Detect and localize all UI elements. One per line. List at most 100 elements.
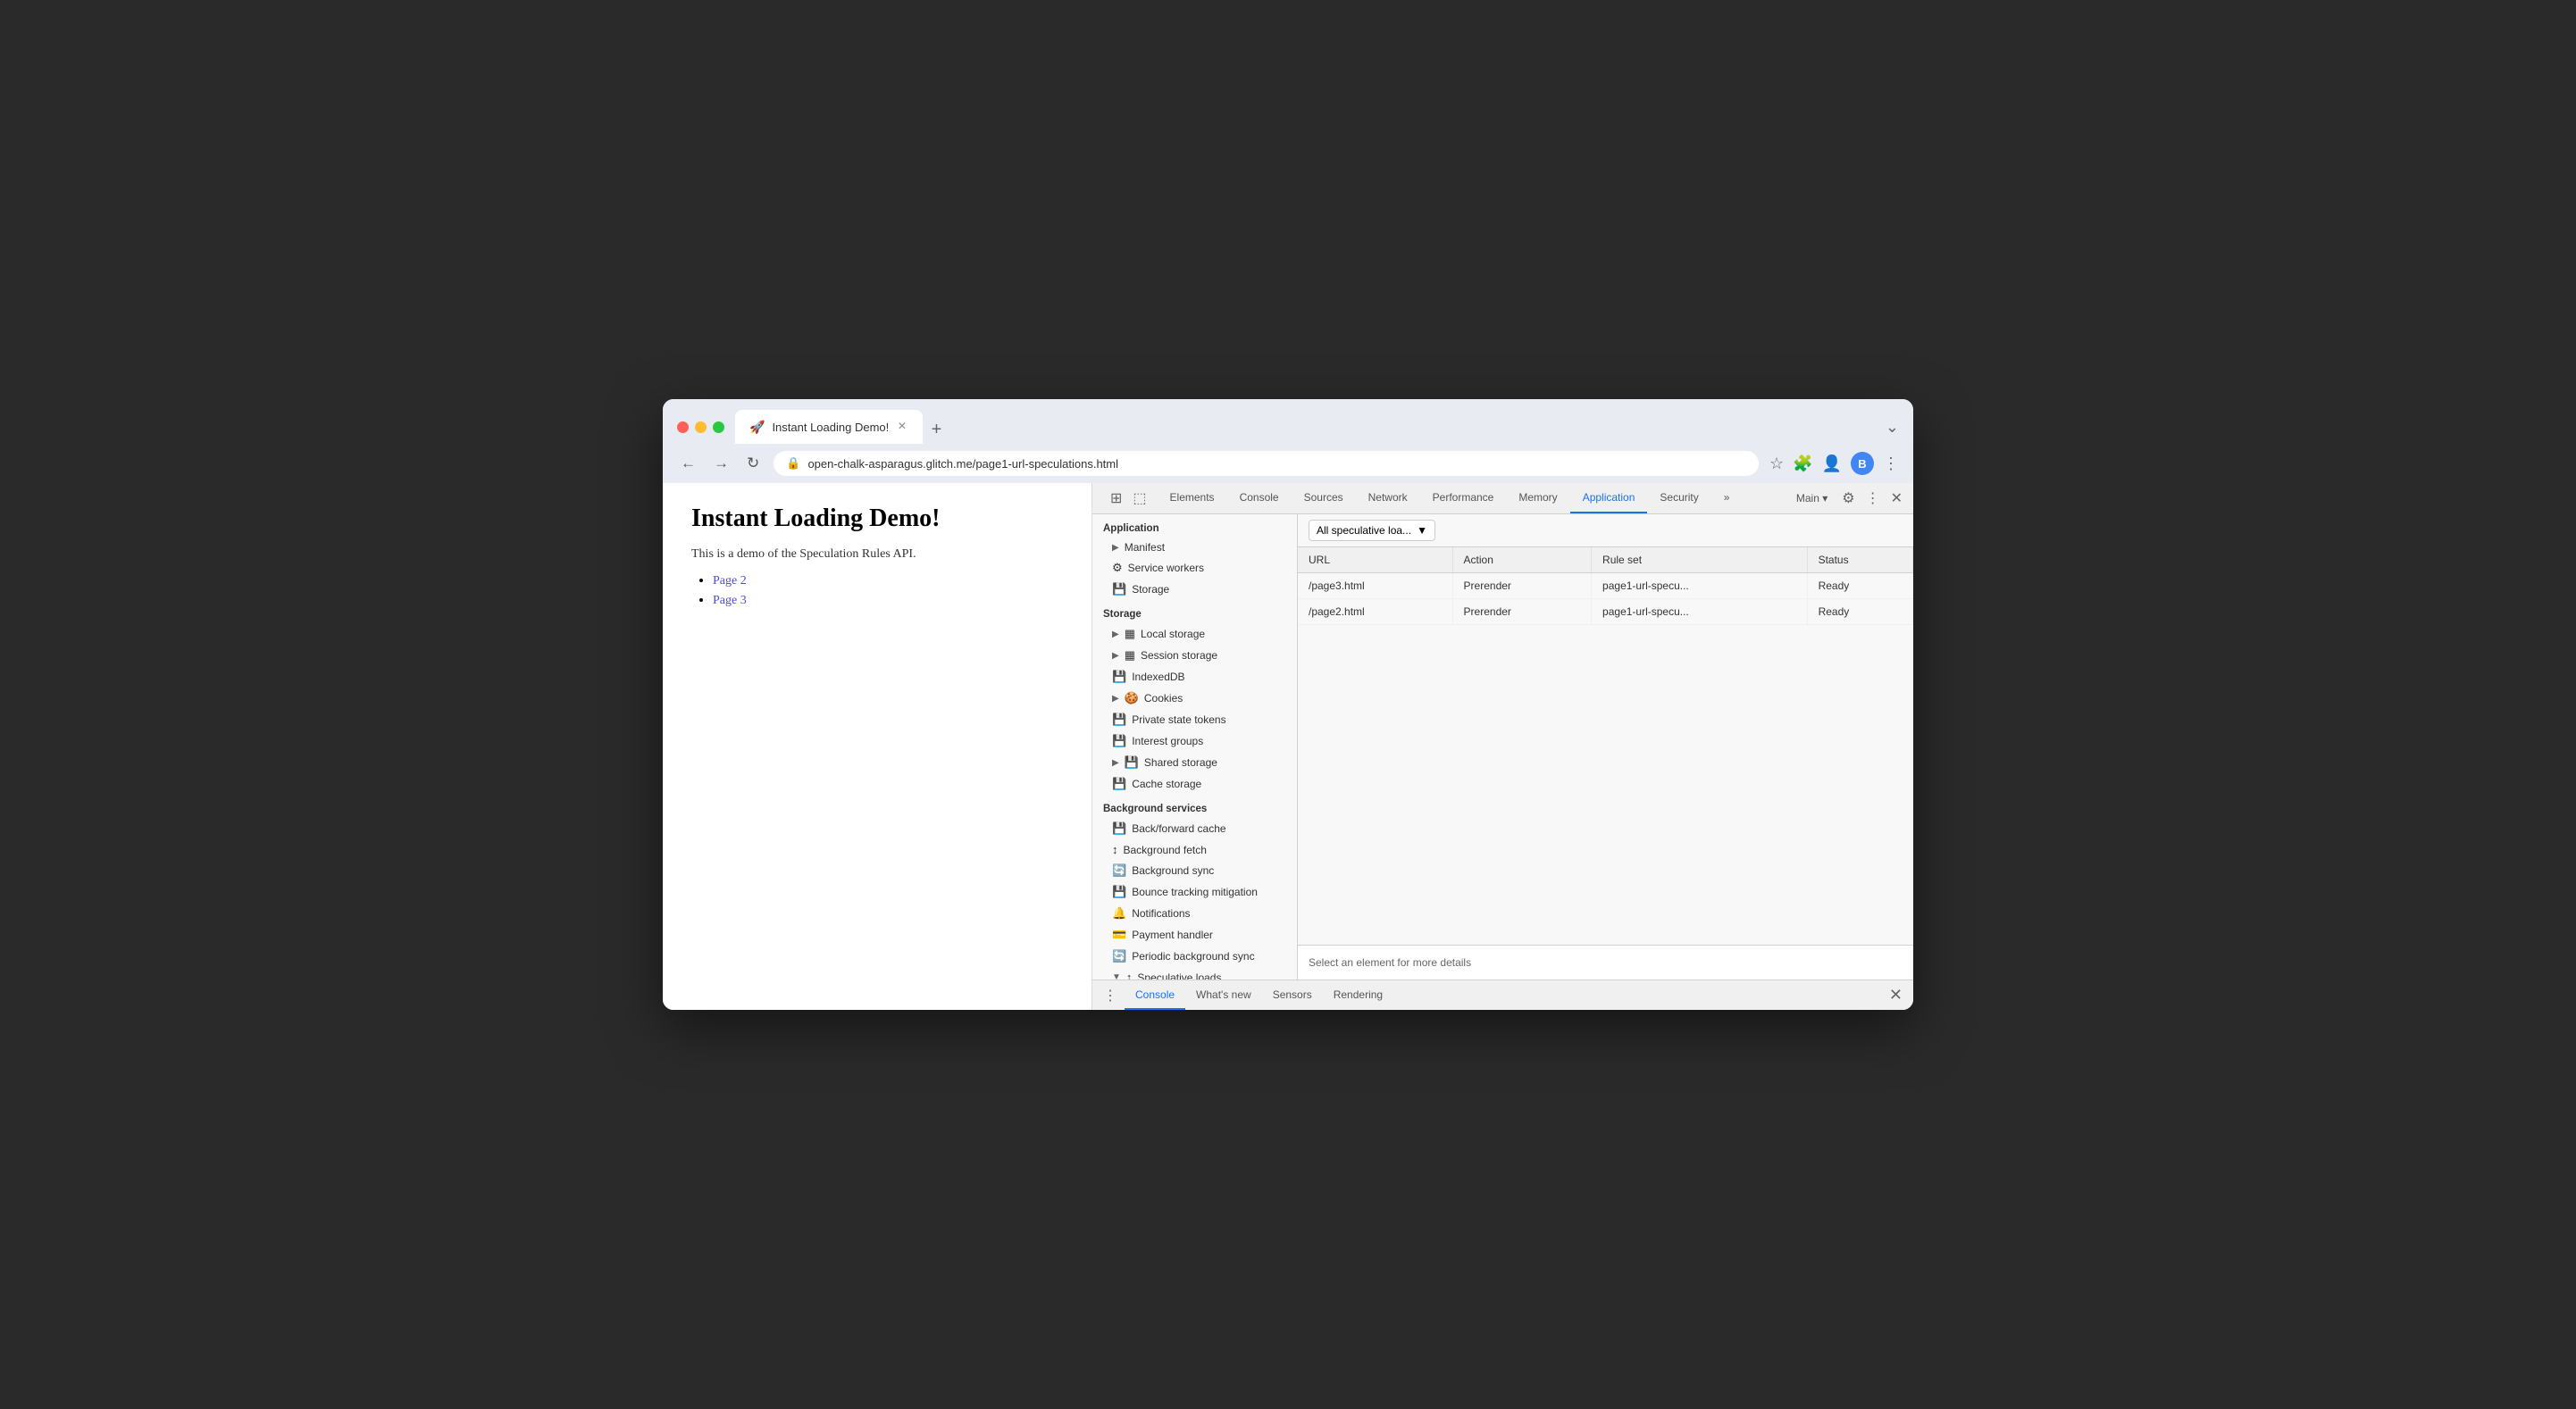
devtools-inspect-icon[interactable]: ⬚: [1129, 484, 1150, 513]
tab-network[interactable]: Network: [1356, 483, 1420, 513]
tab-favicon: 🚀: [749, 420, 765, 435]
traffic-lights: [677, 421, 724, 433]
expand-arrow-icon: ▶: [1112, 694, 1119, 704]
tab-security[interactable]: Security: [1647, 483, 1710, 513]
profile-button[interactable]: 👤: [1822, 454, 1842, 473]
back-button[interactable]: ←: [677, 451, 699, 476]
sidebar-item-cookies[interactable]: ▶ 🍪 Cookies: [1092, 688, 1297, 709]
bottom-tab-rendering[interactable]: Rendering: [1323, 981, 1393, 1010]
sidebar-item-shared-storage[interactable]: ▶ 💾 Shared storage: [1092, 752, 1297, 773]
table-cell-status: Ready: [1807, 599, 1912, 625]
reload-button[interactable]: ↻: [743, 451, 763, 476]
sidebar-item-bounce-tracking[interactable]: 💾 Bounce tracking mitigation: [1092, 881, 1297, 903]
new-tab-button[interactable]: +: [924, 416, 949, 444]
sidebar-section-application: Application: [1092, 514, 1297, 538]
sidebar-item-background-sync[interactable]: 🔄 Background sync: [1092, 860, 1297, 881]
sidebar-item-session-storage[interactable]: ▶ ▦ Session storage: [1092, 645, 1297, 666]
devtools-settings-icon[interactable]: ⚙: [1838, 484, 1858, 513]
sidebar-item-notifications[interactable]: 🔔 Notifications: [1092, 903, 1297, 924]
sidebar-item-periodic-bg-sync[interactable]: 🔄 Periodic background sync: [1092, 946, 1297, 967]
interest-groups-icon: 💾: [1112, 734, 1126, 748]
avatar-button[interactable]: B: [1851, 452, 1874, 475]
payment-handler-icon: 💳: [1112, 928, 1126, 942]
sidebar-item-local-storage[interactable]: ▶ ▦ Local storage: [1092, 623, 1297, 645]
table-header-row: URL Action Rule set Status: [1298, 547, 1913, 573]
nav-actions: ☆ 🧩 👤 B ⋮: [1769, 452, 1899, 475]
sidebar-item-label: IndexedDB: [1132, 671, 1184, 683]
bottom-close-button[interactable]: ✕: [1889, 986, 1903, 1005]
address-bar[interactable]: 🔒 open-chalk-asparagus.glitch.me/page1-u…: [774, 451, 1759, 476]
tab-more[interactable]: »: [1711, 483, 1743, 513]
devtools-close-icon[interactable]: ✕: [1887, 484, 1906, 513]
table-row[interactable]: /page2.htmlPrerenderpage1-url-specu...Re…: [1298, 599, 1913, 625]
tab-application[interactable]: Application: [1570, 483, 1648, 513]
tab-console[interactable]: Console: [1227, 483, 1292, 513]
sidebar-item-cache-storage[interactable]: 💾 Cache storage: [1092, 773, 1297, 795]
sidebar-section-storage: Storage: [1092, 600, 1297, 623]
tab-performance[interactable]: Performance: [1420, 483, 1507, 513]
maximize-traffic-light[interactable]: [713, 421, 724, 433]
sidebar-item-label: Notifications: [1132, 907, 1190, 920]
table-cell-status: Ready: [1807, 573, 1912, 599]
sidebar-item-speculative-loads[interactable]: ▼ ↕ Speculative loads: [1092, 967, 1297, 980]
sidebar-item-label: Shared storage: [1144, 756, 1217, 769]
table-cell-action: Prerender: [1452, 599, 1592, 625]
sidebar-item-label: Bounce tracking mitigation: [1132, 886, 1258, 898]
sidebar-item-label: Private state tokens: [1132, 713, 1225, 726]
devtools-sidebar: Application ▶ Manifest ⚙ Service workers…: [1092, 514, 1298, 980]
bounce-tracking-icon: 💾: [1112, 885, 1126, 899]
bookmark-button[interactable]: ☆: [1769, 454, 1784, 473]
sidebar-item-payment-handler[interactable]: 💳 Payment handler: [1092, 924, 1297, 946]
table-cell-rule_set: page1-url-specu...: [1592, 573, 1808, 599]
extensions-button[interactable]: 🧩: [1793, 454, 1812, 473]
devtools-dock-icon[interactable]: ⊞: [1107, 484, 1125, 513]
tab-memory[interactable]: Memory: [1506, 483, 1569, 513]
sidebar-item-label: Background fetch: [1124, 844, 1207, 856]
storage-icon: 💾: [1112, 582, 1126, 596]
tab-sources[interactable]: Sources: [1292, 483, 1356, 513]
sidebar-item-label: Back/forward cache: [1132, 822, 1225, 835]
speculation-data-table: URL Action Rule set Status /page3.htmlPr…: [1298, 547, 1913, 625]
sidebar-item-interest-groups[interactable]: 💾 Interest groups: [1092, 730, 1297, 752]
close-traffic-light[interactable]: [677, 421, 689, 433]
local-storage-icon: ▦: [1125, 627, 1135, 641]
bottom-menu-button[interactable]: ⋮: [1103, 987, 1117, 1005]
expand-arrow-icon: ▼: [1112, 972, 1121, 980]
bottom-tab-sensors[interactable]: Sensors: [1262, 981, 1323, 1010]
forward-button[interactable]: →: [710, 451, 732, 476]
sidebar-item-label: Manifest: [1125, 541, 1165, 554]
page-title: Instant Loading Demo!: [691, 504, 1063, 533]
minimize-traffic-light[interactable]: [695, 421, 707, 433]
bottom-tab-whats-new[interactable]: What's new: [1185, 981, 1262, 1010]
sidebar-item-back-forward-cache[interactable]: 💾 Back/forward cache: [1092, 818, 1297, 839]
sidebar-item-storage[interactable]: 💾 Storage: [1092, 579, 1297, 600]
bottom-tab-console[interactable]: Console: [1125, 981, 1185, 1010]
address-url: open-chalk-asparagus.glitch.me/page1-url…: [807, 457, 1746, 471]
tab-elements[interactable]: Elements: [1158, 483, 1227, 513]
filter-dropdown[interactable]: All speculative loa... ▼: [1309, 520, 1435, 541]
expand-arrow-icon: ▶: [1112, 651, 1119, 661]
indexeddb-icon: 💾: [1112, 670, 1126, 684]
sidebar-item-label: Payment handler: [1132, 929, 1213, 941]
window-menu-button[interactable]: ⌄: [1886, 418, 1899, 437]
sidebar-item-background-fetch[interactable]: ↕ Background fetch: [1092, 839, 1297, 860]
sidebar-item-private-state-tokens[interactable]: 💾 Private state tokens: [1092, 709, 1297, 730]
menu-button[interactable]: ⋮: [1883, 454, 1899, 473]
page3-link[interactable]: Page 3: [713, 594, 747, 607]
tab-close-button[interactable]: ×: [896, 417, 907, 437]
page2-link[interactable]: Page 2: [713, 574, 747, 588]
panel-toolbar: All speculative loa... ▼: [1298, 514, 1913, 547]
table-row[interactable]: /page3.htmlPrerenderpage1-url-specu...Re…: [1298, 573, 1913, 599]
sidebar-item-indexeddb[interactable]: 💾 IndexedDB: [1092, 666, 1297, 688]
devtools-more-icon[interactable]: ⋮: [1862, 484, 1884, 513]
tab-title: Instant Loading Demo!: [772, 421, 889, 434]
devtools-icons: ⊞ ⬚: [1100, 484, 1158, 513]
context-selector[interactable]: Main ▾: [1789, 492, 1835, 504]
nav-bar: ← → ↻ 🔒 open-chalk-asparagus.glitch.me/p…: [663, 444, 1913, 483]
sidebar-item-manifest[interactable]: ▶ Manifest: [1092, 538, 1297, 557]
active-tab[interactable]: 🚀 Instant Loading Demo! ×: [735, 410, 923, 444]
sidebar-item-label: Local storage: [1141, 628, 1205, 640]
sidebar-item-service-workers[interactable]: ⚙ Service workers: [1092, 557, 1297, 579]
background-fetch-icon: ↕: [1112, 843, 1118, 856]
page-description: This is a demo of the Speculation Rules …: [691, 547, 1063, 562]
